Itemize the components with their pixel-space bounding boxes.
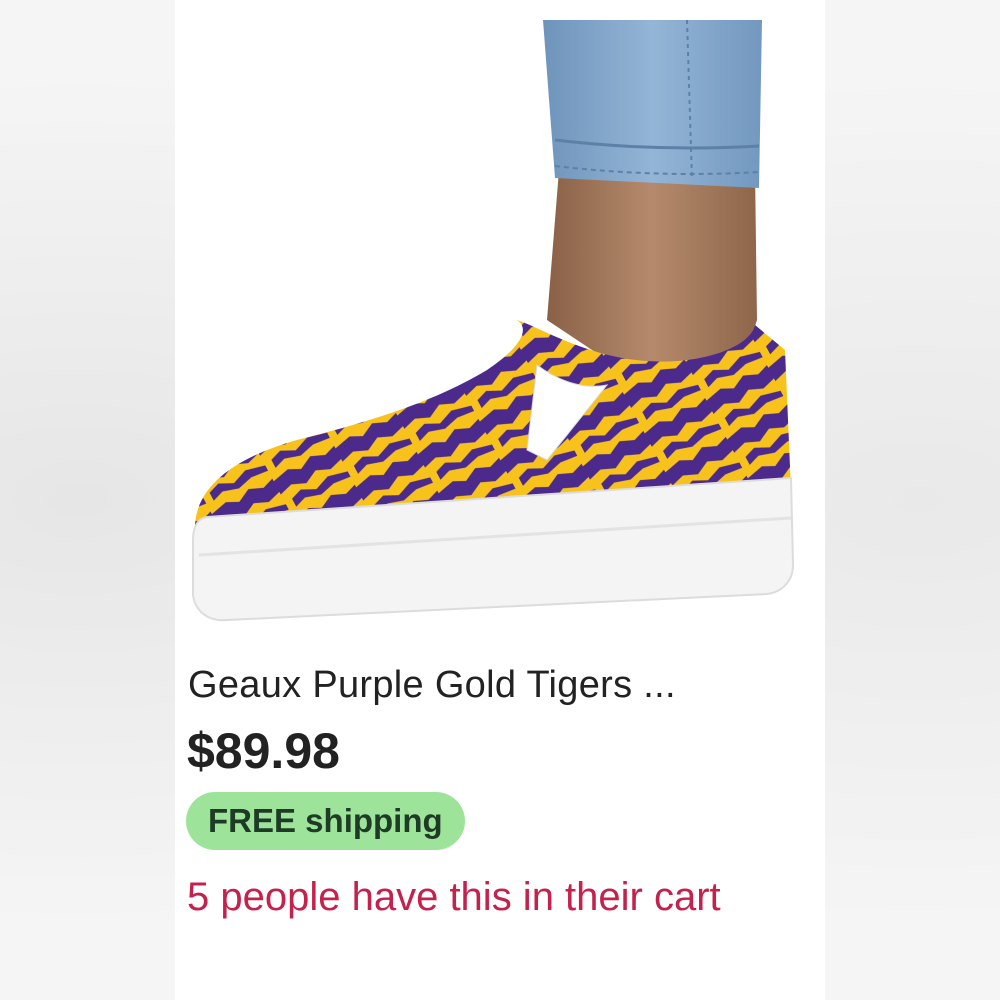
- jeans-cuff: [543, 20, 762, 188]
- free-shipping-badge: FREE shipping: [186, 792, 465, 850]
- listing-price: $89.98: [187, 723, 340, 779]
- leg-shape: [547, 170, 757, 370]
- listing-card[interactable]: Geaux Purple Gold Tigers ... $89.98 FREE…: [175, 0, 825, 1000]
- product-image[interactable]: [187, 20, 798, 628]
- cart-demand-notice: 5 people have this in their cart: [187, 875, 721, 919]
- listing-title[interactable]: Geaux Purple Gold Tigers ...: [188, 664, 800, 707]
